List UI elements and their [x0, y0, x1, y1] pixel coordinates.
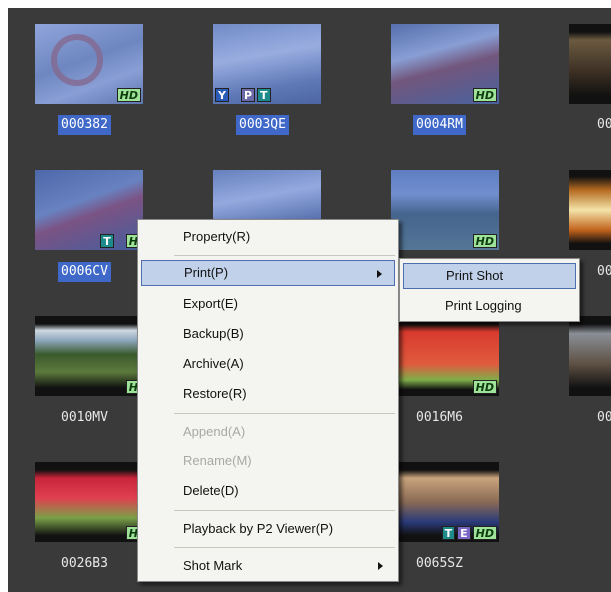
- hd-badge: HD: [472, 380, 497, 394]
- menu-item-playback-p2-viewer[interactable]: Playback by P2 Viewer(P): [141, 516, 395, 542]
- clip-thumbnail[interactable]: HD: [391, 170, 499, 250]
- submenu-arrow-icon: [378, 562, 383, 570]
- clip-thumbnail[interactable]: T E HD: [391, 462, 499, 542]
- menu-item-print-shot[interactable]: Print Shot: [403, 263, 576, 289]
- menu-item-print-logging[interactable]: Print Logging: [403, 293, 576, 319]
- context-menu: Property(R) Print(P) Export(E) Backup(B)…: [137, 219, 399, 582]
- clip-thumbnail[interactable]: H: [35, 316, 143, 396]
- clip-id-label[interactable]: 0065SZ: [413, 554, 466, 574]
- menu-separator: [174, 547, 395, 548]
- menu-separator: [174, 413, 395, 414]
- clip-thumbnail[interactable]: HD: [35, 24, 143, 104]
- p-badge: P: [240, 88, 256, 102]
- hd-badge: HD: [472, 88, 497, 102]
- clip-thumbnail[interactable]: [213, 170, 321, 220]
- clip-thumbnail[interactable]: Y P T: [213, 24, 321, 104]
- hd-badge: HD: [472, 234, 497, 248]
- clip-thumbnail[interactable]: T H: [35, 170, 143, 250]
- hd-badge: HD: [472, 526, 497, 540]
- clip-id-label[interactable]: 0006CV: [58, 262, 111, 282]
- clip-id-label[interactable]: 000382: [58, 115, 111, 135]
- menu-item-shot-mark[interactable]: Shot Mark: [141, 553, 395, 579]
- clip-id-label[interactable]: 0016M6: [413, 408, 466, 428]
- clip-id-label[interactable]: 00: [594, 262, 611, 282]
- clip-id-label[interactable]: 0004RM: [413, 115, 466, 135]
- menu-item-property[interactable]: Property(R): [141, 224, 395, 250]
- e-badge: E: [457, 526, 471, 540]
- clip-thumbnail[interactable]: [569, 316, 611, 396]
- clip-thumbnail[interactable]: HD: [391, 24, 499, 104]
- clip-id-label[interactable]: 00: [594, 408, 611, 428]
- menu-separator: [174, 510, 395, 511]
- t-badge: T: [441, 526, 456, 540]
- menu-item-append: Append(A): [183, 424, 246, 439]
- clip-id-label[interactable]: 0003QE: [236, 115, 289, 135]
- clip-thumbnail[interactable]: H: [35, 462, 143, 542]
- clip-thumbnail[interactable]: [569, 170, 611, 250]
- clip-thumbnail[interactable]: HD: [391, 316, 499, 396]
- submenu-arrow-icon: [377, 270, 382, 278]
- menu-item-restore[interactable]: Restore(R): [141, 381, 395, 407]
- t-badge: T: [100, 234, 114, 248]
- clip-thumbnail[interactable]: [569, 24, 611, 104]
- clip-id-label[interactable]: 00: [594, 115, 611, 135]
- menu-item-export[interactable]: Export(E): [141, 291, 395, 317]
- hd-badge: HD: [116, 88, 141, 102]
- menu-item-delete[interactable]: Delete(D): [141, 478, 395, 504]
- menu-separator: [174, 255, 395, 256]
- clip-id-label[interactable]: 0010MV: [58, 408, 111, 428]
- clip-id-label[interactable]: 0026B3: [58, 554, 111, 574]
- menu-item-backup[interactable]: Backup(B): [141, 321, 395, 347]
- menu-item-rename: Rename(M): [183, 453, 252, 468]
- menu-item-archive[interactable]: Archive(A): [141, 351, 395, 377]
- y-badge: Y: [215, 88, 229, 102]
- t-badge: T: [257, 88, 271, 102]
- print-submenu: Print Shot Print Logging: [399, 258, 580, 322]
- menu-item-print[interactable]: Print(P): [141, 260, 395, 286]
